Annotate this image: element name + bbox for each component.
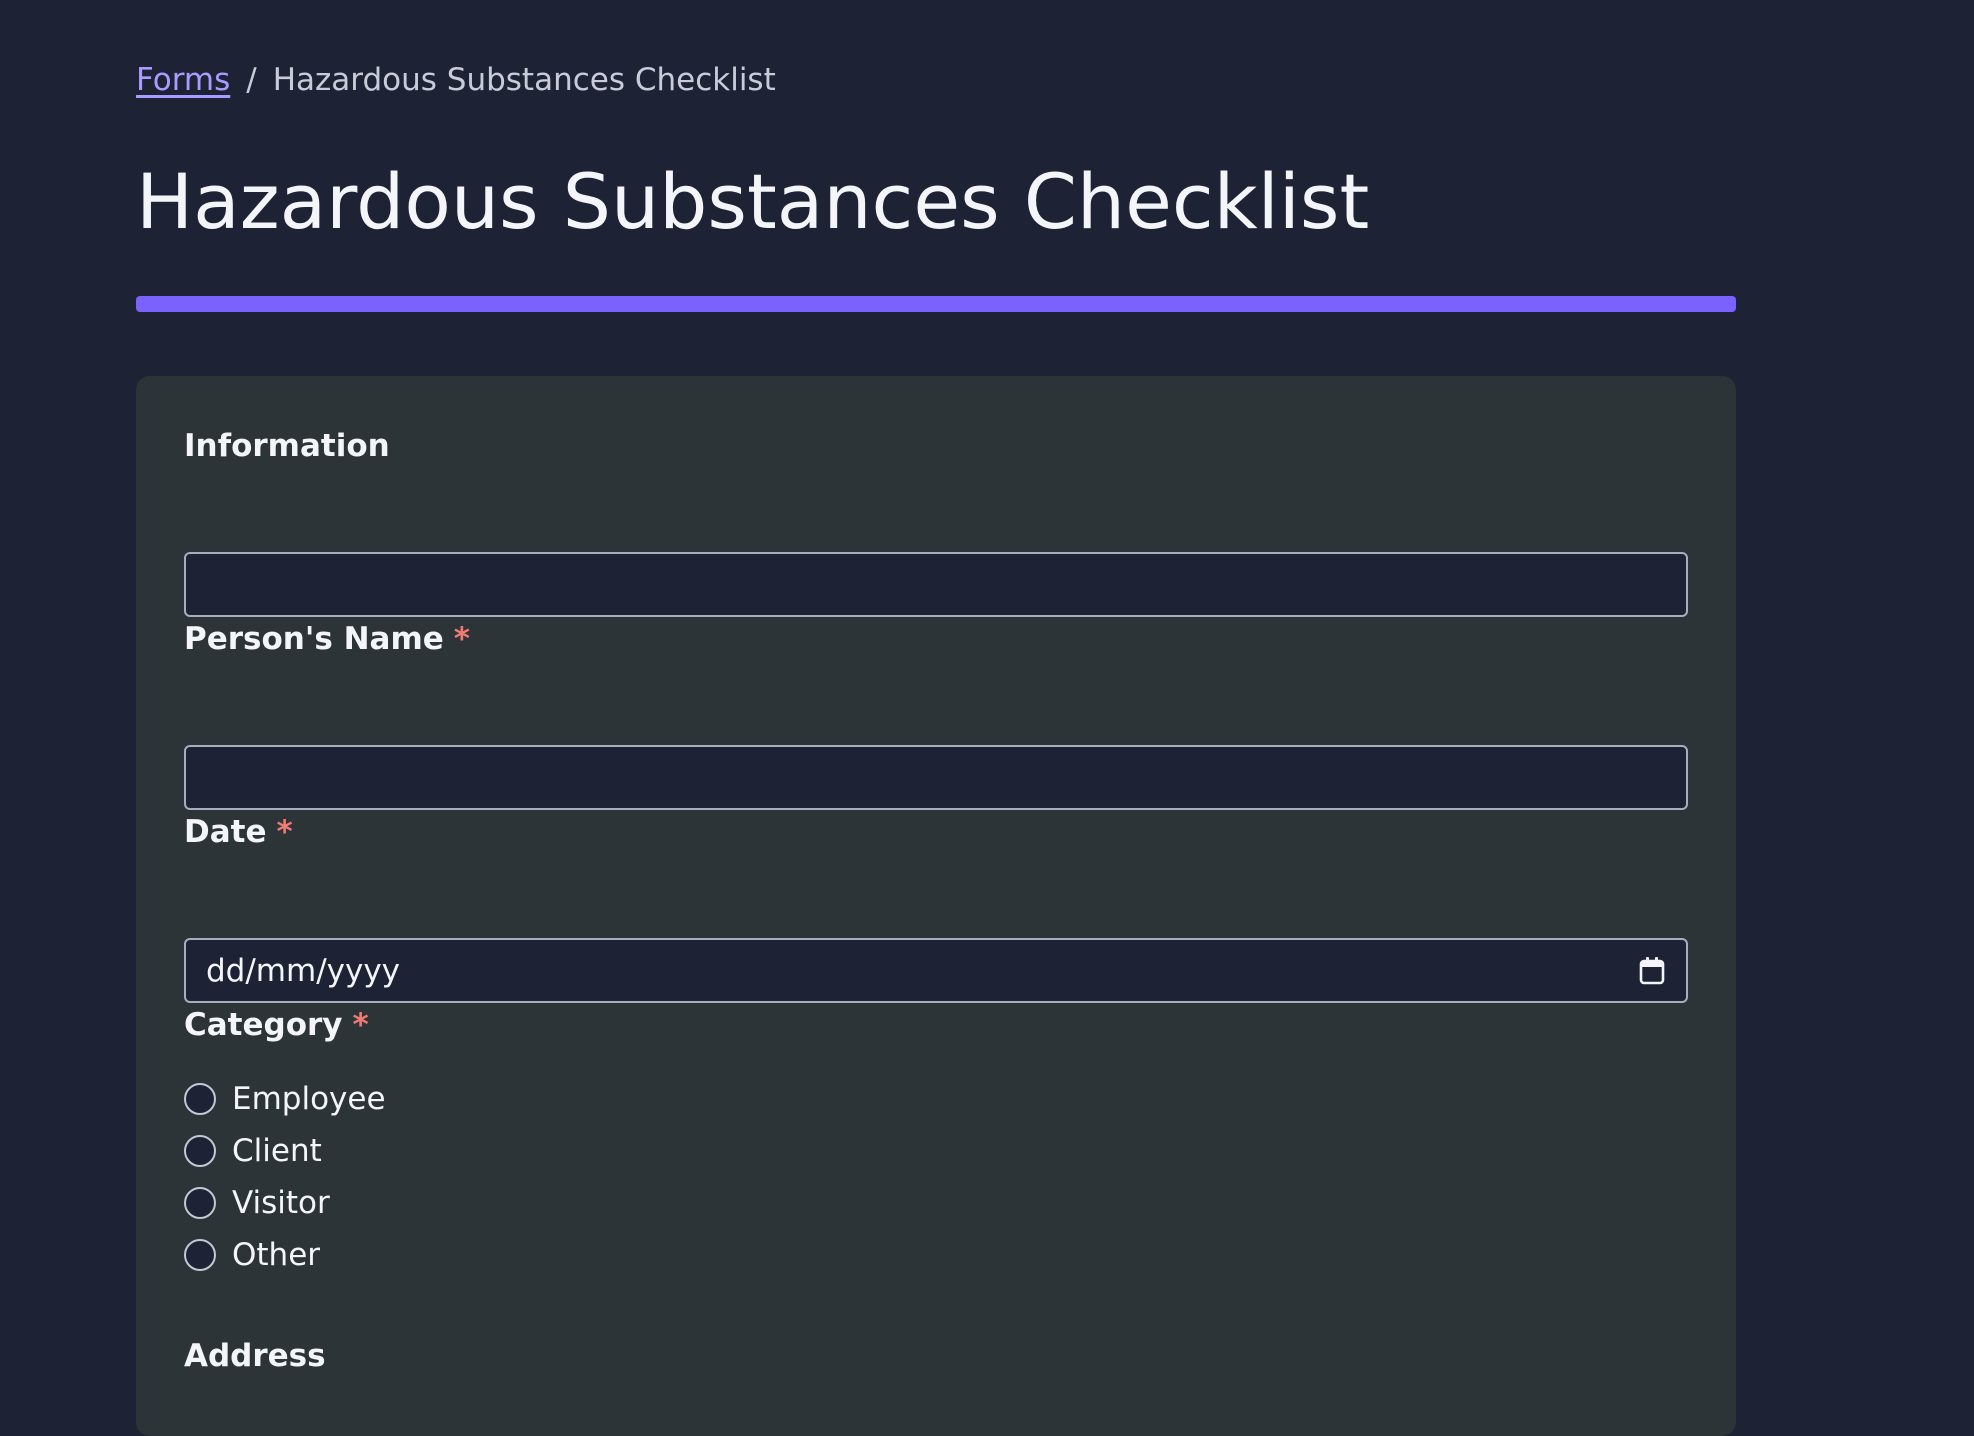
radio-label: Visitor xyxy=(232,1185,330,1221)
radio-label: Other xyxy=(232,1237,321,1273)
radio-option-client[interactable]: Client xyxy=(184,1125,386,1177)
information-field: Information xyxy=(184,424,1688,617)
category-field: Category * Employee Client Visitor Other xyxy=(184,1003,1688,1303)
radio-label: Client xyxy=(232,1133,322,1169)
required-marker: * xyxy=(453,621,470,657)
radio-button[interactable] xyxy=(184,1239,216,1271)
calendar-icon[interactable] xyxy=(1638,956,1666,986)
category-radio-group: Employee Client Visitor Other xyxy=(184,1073,386,1281)
breadcrumb-separator: / xyxy=(246,62,257,98)
date-placeholder: dd/mm/yyyy xyxy=(206,952,401,989)
information-input[interactable] xyxy=(184,552,1688,617)
radio-button[interactable] xyxy=(184,1135,216,1167)
form-card: Information Person's Name * Date * dd/mm/y… xyxy=(136,376,1736,1436)
address-label: Address xyxy=(184,1338,326,1374)
radio-button[interactable] xyxy=(184,1083,216,1115)
category-label: Category * xyxy=(184,1007,369,1043)
page-title: Hazardous Substances Checklist xyxy=(136,157,1370,246)
date-label: Date * xyxy=(184,814,293,850)
radio-option-other[interactable]: Other xyxy=(184,1229,386,1281)
breadcrumb: Forms / Hazardous Substances Checklist xyxy=(136,58,776,102)
breadcrumb-link-forms[interactable]: Forms xyxy=(136,62,230,98)
required-marker: * xyxy=(352,1007,369,1043)
date-input[interactable]: dd/mm/yyyy xyxy=(184,938,1688,1003)
person-name-label: Person's Name * xyxy=(184,621,470,657)
radio-option-employee[interactable]: Employee xyxy=(184,1073,386,1125)
information-label: Information xyxy=(184,428,390,464)
radio-label: Employee xyxy=(232,1081,386,1117)
radio-option-visitor[interactable]: Visitor xyxy=(184,1177,386,1229)
person-name-field: Person's Name * xyxy=(184,617,1688,810)
address-field: Address xyxy=(184,1334,1688,1384)
date-field: Date * dd/mm/yyyy xyxy=(184,810,1688,1003)
radio-button[interactable] xyxy=(184,1187,216,1219)
title-accent-bar xyxy=(136,296,1736,312)
breadcrumb-current: Hazardous Substances Checklist xyxy=(272,62,776,98)
person-name-input[interactable] xyxy=(184,745,1688,810)
required-marker: * xyxy=(276,814,293,850)
